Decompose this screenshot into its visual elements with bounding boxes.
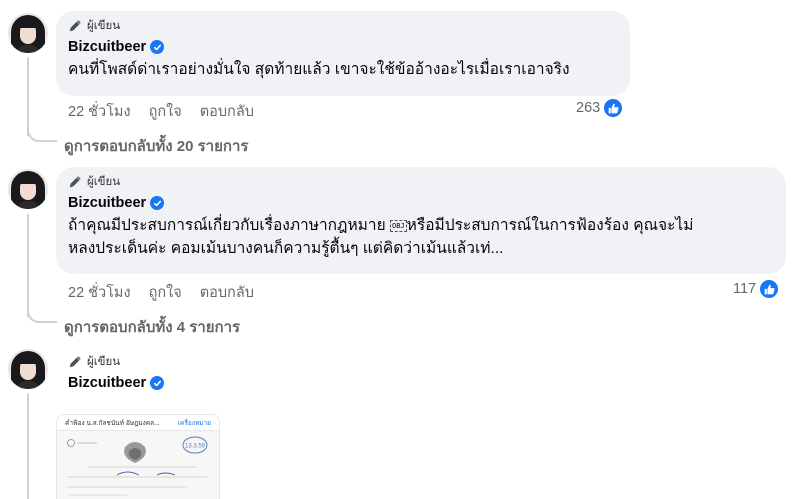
comment-text: ถ้าคุณมีประสบการณ์เกี่ยวกับเรื่องภาษากฎห… bbox=[68, 214, 774, 260]
thread-line bbox=[27, 394, 29, 499]
object-replacement-glyph: OBJ bbox=[390, 219, 407, 232]
like-button[interactable]: ถูกใจ bbox=[149, 281, 182, 304]
comment-bubble: ผู้เขียน Bizcuitbeer ถ้าคุณมีประสบการณ์เ… bbox=[56, 167, 786, 274]
comment-text-line2[interactable]: หลงประเด็นค่ะ คอมเม้นบางคนก็ความรู้ตื้นๆ… bbox=[68, 240, 503, 257]
verified-badge-icon bbox=[150, 376, 165, 390]
author-header: ผู้เขียน Bizcuitbeer bbox=[68, 354, 165, 393]
stamp-text: 13.3.59 bbox=[185, 444, 206, 450]
verified-badge-icon bbox=[150, 40, 165, 54]
reaction-count: 263 bbox=[576, 100, 601, 116]
thread-line bbox=[27, 58, 29, 136]
comment-timestamp[interactable]: 22 ชั่วโมง bbox=[68, 100, 131, 123]
comment-actions: 22 ชั่วโมง ถูกใจ ตอบกลับ bbox=[68, 281, 254, 304]
like-button[interactable]: ถูกใจ bbox=[149, 100, 182, 123]
like-reaction-icon bbox=[759, 279, 780, 299]
view-replies-link[interactable]: ดูการตอบกลับทั้ง 20 รายการ bbox=[64, 134, 248, 158]
author-badge-label: ผู้เขียน bbox=[87, 19, 121, 32]
reaction-summary[interactable]: 263 bbox=[576, 98, 624, 118]
author-badge: ผู้เขียน bbox=[68, 174, 774, 189]
attachment-header: คำฟ้อง น.ส.กัลชนันท์ อัษฎมงคล... เครื่อง… bbox=[57, 415, 219, 431]
attachment-title: คำฟ้อง น.ส.กัลชนันท์ อัษฎมงคล... bbox=[65, 419, 160, 427]
comment-text-line1-end: หรือมีประสบการณ์ในการฟ้องร้อง คุณจะไม่ bbox=[406, 217, 694, 234]
view-replies-link[interactable]: ดูการตอบกลับทั้ง 4 รายการ bbox=[64, 315, 240, 339]
commenter-name[interactable]: Bizcuitbeer bbox=[68, 39, 146, 55]
avatar[interactable] bbox=[8, 169, 48, 209]
commenter-name[interactable]: Bizcuitbeer bbox=[68, 375, 146, 391]
attachment-link: เครื่องหมาย bbox=[177, 419, 211, 427]
pen-icon bbox=[69, 19, 81, 31]
comment-bubble: ผู้เขียน Bizcuitbeer คนที่โพสด์ด่าเราอย่… bbox=[56, 11, 630, 96]
thread-line bbox=[27, 214, 29, 317]
attachment-image[interactable]: คำฟ้อง น.ส.กัลชนันท์ อัษฎมงคล... เครื่อง… bbox=[56, 414, 220, 499]
avatar[interactable] bbox=[8, 349, 48, 389]
commenter-name[interactable]: Bizcuitbeer bbox=[68, 195, 146, 211]
author-badge: ผู้เขียน bbox=[68, 354, 164, 369]
thread-connector bbox=[27, 130, 57, 142]
reaction-count: 117 bbox=[733, 281, 757, 297]
like-reaction-icon bbox=[603, 98, 624, 118]
pen-icon bbox=[69, 175, 81, 187]
verified-badge-icon bbox=[150, 196, 165, 210]
author-badge: ผู้เขียน bbox=[68, 18, 618, 33]
reaction-summary[interactable]: 117 bbox=[733, 279, 780, 299]
comment-actions: 22 ชั่วโมง ถูกใจ ตอบกลับ bbox=[68, 100, 254, 123]
author-badge-label: ผู้เขียน bbox=[87, 175, 121, 188]
author-badge-label: ผู้เขียน bbox=[87, 355, 121, 368]
pen-icon bbox=[69, 355, 81, 367]
document-scan: 13.3.59 bbox=[57, 431, 219, 499]
comment-timestamp[interactable]: 22 ชั่วโมง bbox=[68, 281, 131, 304]
reply-button[interactable]: ตอบกลับ bbox=[200, 281, 254, 304]
thread-connector bbox=[27, 311, 57, 323]
comment-text: คนที่โพสด์ด่าเราอย่างมั่นใจ สุดท้ายแล้ว … bbox=[68, 61, 570, 78]
avatar[interactable] bbox=[8, 13, 48, 53]
reply-button[interactable]: ตอบกลับ bbox=[200, 100, 254, 123]
comment-text-line1: ถ้าคุณมีประสบการณ์เกี่ยวกับเรื่องภาษากฎห… bbox=[68, 217, 386, 234]
